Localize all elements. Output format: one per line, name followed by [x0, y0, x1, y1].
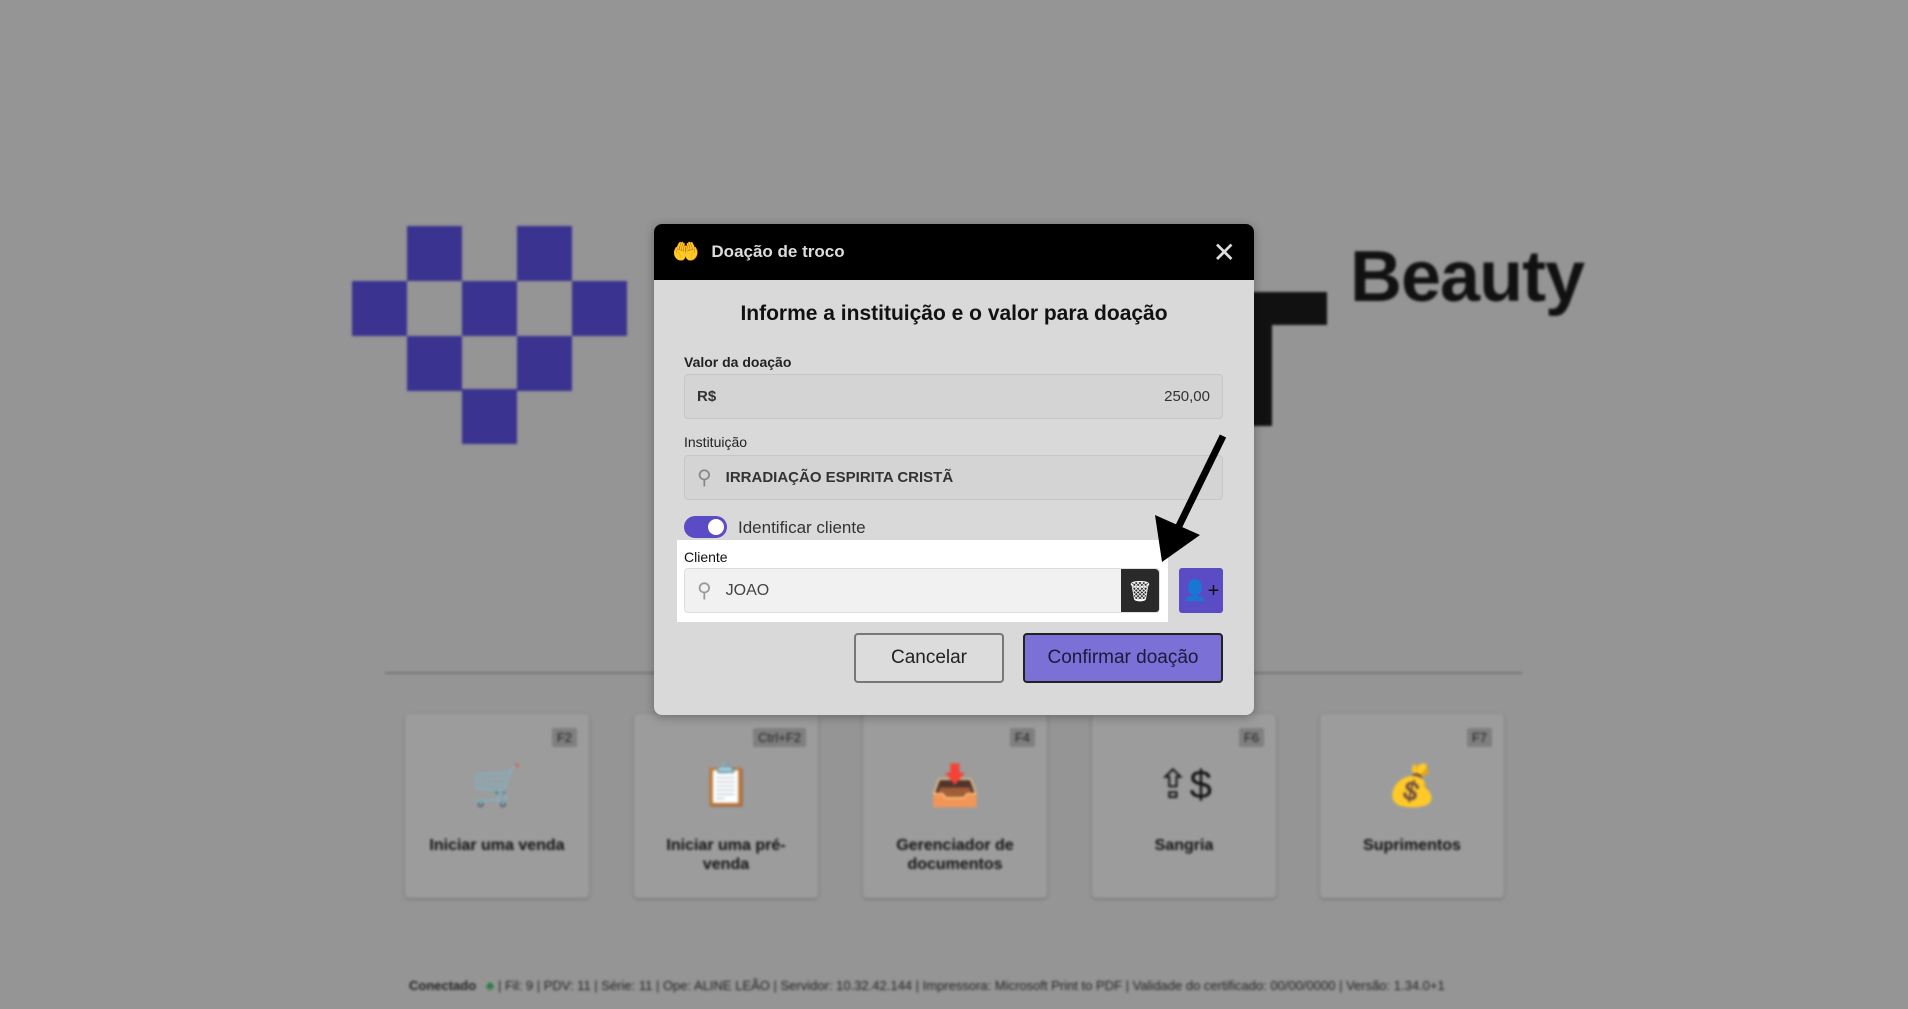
currency-symbol: R$: [697, 388, 717, 405]
cliente-input[interactable]: ⚲ JOAO 🗑: [684, 568, 1160, 613]
valor-label: Valor da doação: [684, 354, 792, 370]
cart-icon: 🛒: [472, 764, 522, 808]
shortcut-label: Iniciar uma venda: [429, 837, 565, 854]
instituicao-label: Instituição: [684, 434, 748, 450]
search-icon: ⚲: [697, 467, 712, 489]
money-bag-icon: 💰: [1387, 764, 1437, 808]
confirm-donation-button[interactable]: Confirmar doação: [1023, 633, 1223, 683]
cash-out-icon: ⇪$: [1156, 763, 1212, 807]
shortcut-iniciar-venda[interactable]: F2 🛒 Iniciar uma venda: [405, 714, 589, 898]
shortcut-label: Suprimentos: [1363, 837, 1461, 854]
add-user-button[interactable]: 👤+: [1179, 568, 1223, 613]
cliente-label: Cliente: [684, 549, 728, 565]
trash-icon[interactable]: 🗑: [1121, 569, 1159, 612]
shortcut-label: Iniciar uma pré-venda: [666, 837, 786, 873]
shortcut-key: F2: [551, 728, 577, 747]
instituicao-value: IRRADIAÇÃO ESPIRITA CRISTÃ: [725, 469, 954, 486]
search-icon: ⚲: [697, 580, 712, 602]
hand-heart-icon: 🤲: [672, 239, 700, 264]
user-plus-icon: 👤+: [1182, 580, 1220, 602]
cancel-button[interactable]: Cancelar: [854, 633, 1004, 683]
clipboard-icon: 📋: [701, 764, 751, 808]
tree-icon: ♣: [485, 978, 495, 993]
shortcut-suprimentos[interactable]: F7 💰 Suprimentos: [1320, 714, 1504, 898]
valor-value: 250,00: [1164, 388, 1210, 405]
shortcut-label: Sangria: [1154, 837, 1214, 854]
close-icon[interactable]: ✕: [1213, 236, 1236, 269]
dialog-title: Doação de troco: [711, 242, 845, 261]
inbox-icon: 📥: [930, 764, 980, 808]
dialog-header: 🤲 Doação de troco ✕: [654, 224, 1254, 280]
identificar-cliente-toggle[interactable]: [684, 516, 727, 538]
toggle-label: Identificar cliente: [738, 518, 866, 537]
shortcut-pre-venda[interactable]: Ctrl+F2 📋 Iniciar uma pré-venda: [634, 714, 818, 898]
connection-status: Conectado: [409, 978, 477, 993]
shortcut-gerenciador-documentos[interactable]: F4 📥 Gerenciador de documentos: [863, 714, 1047, 898]
shortcut-key: F4: [1009, 728, 1035, 747]
dialog-heading: Informe a instituição e o valor para doa…: [740, 302, 1168, 325]
status-bar: Conectado ♣ | Fil: 9 | PDV: 11 | Série: …: [409, 978, 1445, 993]
cliente-value: JOAO: [725, 581, 770, 599]
valor-input[interactable]: R$ 250,00: [684, 374, 1223, 419]
instituicao-input[interactable]: ⚲ IRRADIAÇÃO ESPIRITA CRISTÃ: [684, 455, 1223, 500]
status-info: | Fil: 9 | PDV: 11 | Série: 11 | Ope: AL…: [497, 978, 1445, 993]
shortcut-sangria[interactable]: F6 ⇪$ Sangria: [1092, 714, 1276, 898]
donation-dialog: 🤲 Doação de troco ✕ Informe a instituiçã…: [654, 224, 1254, 715]
shortcut-key: F7: [1466, 728, 1492, 747]
shortcut-key: F6: [1238, 728, 1264, 747]
shortcut-key: Ctrl+F2: [753, 728, 806, 747]
brand-name: Beauty: [1350, 237, 1585, 317]
shortcut-label: Gerenciador de documentos: [896, 837, 1014, 873]
